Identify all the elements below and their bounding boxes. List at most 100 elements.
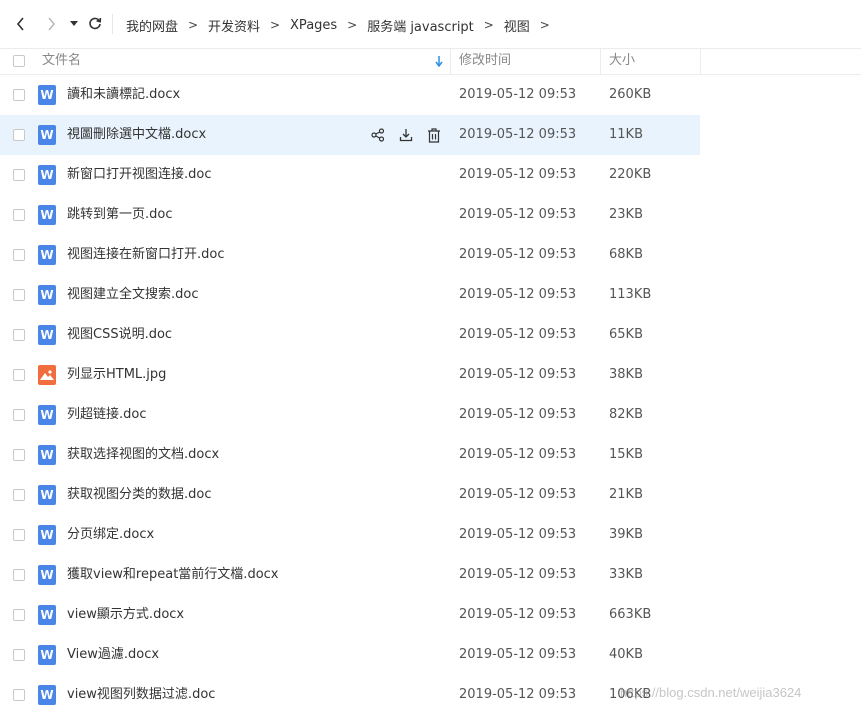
- file-name[interactable]: 跳转到第一页.doc: [67, 195, 173, 235]
- row-checkbox[interactable]: [13, 689, 25, 701]
- breadcrumb-separator: >: [347, 18, 358, 32]
- breadcrumb-item[interactable]: 视图: [504, 16, 530, 35]
- file-size: 23KB: [609, 207, 643, 222]
- file-size: 260KB: [609, 87, 652, 102]
- file-row[interactable]: 列显示HTML.jpg 2019-05-12 09:53 38KB: [0, 355, 700, 395]
- file-name[interactable]: 新窗口打开视图连接.doc: [67, 155, 212, 195]
- mountain-picture-icon: [40, 370, 54, 380]
- file-row[interactable]: W 新窗口打开视图连接.doc 2019-05-12 09:53 220KB: [0, 155, 700, 195]
- breadcrumb-item[interactable]: 开发资料: [208, 16, 260, 35]
- breadcrumb-separator: >: [483, 18, 494, 32]
- word-file-icon: W: [38, 645, 56, 665]
- refresh-button[interactable]: [84, 12, 106, 36]
- row-checkbox[interactable]: [13, 449, 25, 461]
- file-row[interactable]: W view视图列数据过滤.doc 2019-05-12 09:53 106KB: [0, 675, 700, 715]
- column-size-header[interactable]: 大小: [609, 49, 635, 74]
- row-checkbox[interactable]: [13, 289, 25, 301]
- file-modified-time: 2019-05-12 09:53: [459, 407, 577, 422]
- delete-button[interactable]: [426, 126, 442, 144]
- breadcrumb-item[interactable]: XPages: [290, 18, 337, 33]
- file-name[interactable]: 视图建立全文搜索.doc: [67, 275, 199, 315]
- file-modified-time: 2019-05-12 09:53: [459, 647, 577, 662]
- row-checkbox[interactable]: [13, 129, 25, 141]
- file-modified-time: 2019-05-12 09:53: [459, 487, 577, 502]
- trash-icon: [428, 127, 440, 143]
- row-checkbox[interactable]: [13, 569, 25, 581]
- column-name-header[interactable]: 文件名: [42, 49, 81, 74]
- column-modified-header[interactable]: 修改时间: [459, 49, 511, 74]
- row-checkbox[interactable]: [13, 529, 25, 541]
- word-file-icon: W: [38, 325, 56, 345]
- file-name[interactable]: 獲取view和repeat當前行文檔.docx: [67, 555, 279, 595]
- forward-button[interactable]: [40, 12, 62, 36]
- file-row[interactable]: W 跳转到第一页.doc 2019-05-12 09:53 23KB: [0, 195, 700, 235]
- download-button[interactable]: [398, 126, 414, 144]
- breadcrumb-item[interactable]: 服务端 javascript: [367, 16, 474, 35]
- row-checkbox[interactable]: [13, 329, 25, 341]
- toolbar-divider: [112, 14, 113, 34]
- file-row[interactable]: W 獲取view和repeat當前行文檔.docx 2019-05-12 09:…: [0, 555, 700, 595]
- row-checkbox[interactable]: [13, 369, 25, 381]
- word-file-icon: W: [38, 285, 56, 305]
- word-file-icon: W: [38, 485, 56, 505]
- file-name[interactable]: 列显示HTML.jpg: [67, 355, 166, 395]
- column-divider: [600, 49, 601, 74]
- file-row[interactable]: W 讀和未讀標記.docx 2019-05-12 09:53 260KB: [0, 75, 700, 115]
- back-button[interactable]: [10, 12, 32, 36]
- file-name[interactable]: 視圖刪除選中文檔.docx: [67, 115, 206, 155]
- file-row[interactable]: W 分页绑定.docx 2019-05-12 09:53 39KB: [0, 515, 700, 555]
- file-modified-time: 2019-05-12 09:53: [459, 567, 577, 582]
- file-row[interactable]: W 视图CSS说明.doc 2019-05-12 09:53 65KB: [0, 315, 700, 355]
- word-file-icon: W: [38, 205, 56, 225]
- row-checkbox[interactable]: [13, 209, 25, 221]
- row-checkbox[interactable]: [13, 249, 25, 261]
- file-name[interactable]: 分页绑定.docx: [67, 515, 154, 555]
- row-checkbox[interactable]: [13, 409, 25, 421]
- file-name[interactable]: 讀和未讀標記.docx: [67, 75, 180, 115]
- select-all-checkbox[interactable]: [13, 55, 25, 67]
- file-modified-time: 2019-05-12 09:53: [459, 447, 577, 462]
- file-size: 220KB: [609, 167, 652, 182]
- file-modified-time: 2019-05-12 09:53: [459, 287, 577, 302]
- file-row[interactable]: W 视图连接在新窗口打开.doc 2019-05-12 09:53 68KB: [0, 235, 700, 275]
- file-name[interactable]: 视图CSS说明.doc: [67, 315, 172, 355]
- file-name[interactable]: 列超链接.doc: [67, 395, 147, 435]
- caret-down-icon: [70, 21, 78, 26]
- file-modified-time: 2019-05-12 09:53: [459, 527, 577, 542]
- row-checkbox[interactable]: [13, 169, 25, 181]
- breadcrumb-separator: >: [270, 18, 281, 32]
- file-row[interactable]: W 列超链接.doc 2019-05-12 09:53 82KB: [0, 395, 700, 435]
- file-name[interactable]: 视图连接在新窗口打开.doc: [67, 235, 225, 275]
- sort-arrow-down-icon[interactable]: [435, 56, 443, 67]
- file-modified-time: 2019-05-12 09:53: [459, 367, 577, 382]
- history-dropdown-button[interactable]: [64, 12, 84, 36]
- file-modified-time: 2019-05-12 09:53: [459, 607, 577, 622]
- file-name[interactable]: View過濾.docx: [67, 635, 159, 675]
- word-file-icon: W: [38, 565, 56, 585]
- file-size: 82KB: [609, 407, 643, 422]
- word-file-icon: W: [38, 405, 56, 425]
- file-row[interactable]: W 获取选择视图的文档.docx 2019-05-12 09:53 15KB: [0, 435, 700, 475]
- breadcrumb-item[interactable]: 我的网盘: [126, 16, 178, 35]
- file-name[interactable]: view顯示方式.docx: [67, 595, 184, 635]
- share-button[interactable]: [370, 126, 386, 144]
- file-row[interactable]: W 获取视图分类的数据.doc 2019-05-12 09:53 21KB: [0, 475, 700, 515]
- file-row[interactable]: W 视图建立全文搜索.doc 2019-05-12 09:53 113KB: [0, 275, 700, 315]
- file-modified-time: 2019-05-12 09:53: [459, 687, 577, 702]
- file-name[interactable]: 获取选择视图的文档.docx: [67, 435, 219, 475]
- row-checkbox[interactable]: [13, 489, 25, 501]
- file-modified-time: 2019-05-12 09:53: [459, 247, 577, 262]
- row-checkbox[interactable]: [13, 649, 25, 661]
- file-size: 113KB: [609, 287, 652, 302]
- breadcrumb-separator: >: [187, 18, 199, 32]
- file-row[interactable]: W view顯示方式.docx 2019-05-12 09:53 663KB: [0, 595, 700, 635]
- file-row[interactable]: W 視圖刪除選中文檔.docx 2019-05-12 09:53 11KB: [0, 115, 700, 155]
- file-size: 663KB: [609, 607, 652, 622]
- row-checkbox[interactable]: [13, 609, 25, 621]
- file-name[interactable]: 获取视图分类的数据.doc: [67, 475, 212, 515]
- file-row[interactable]: W View過濾.docx 2019-05-12 09:53 40KB: [0, 635, 700, 675]
- file-name[interactable]: view视图列数据过滤.doc: [67, 675, 215, 715]
- file-size: 39KB: [609, 527, 643, 542]
- toolbar: 我的网盘 > 开发资料 > XPages > 服务端 javascript > …: [0, 0, 861, 48]
- row-checkbox[interactable]: [13, 89, 25, 101]
